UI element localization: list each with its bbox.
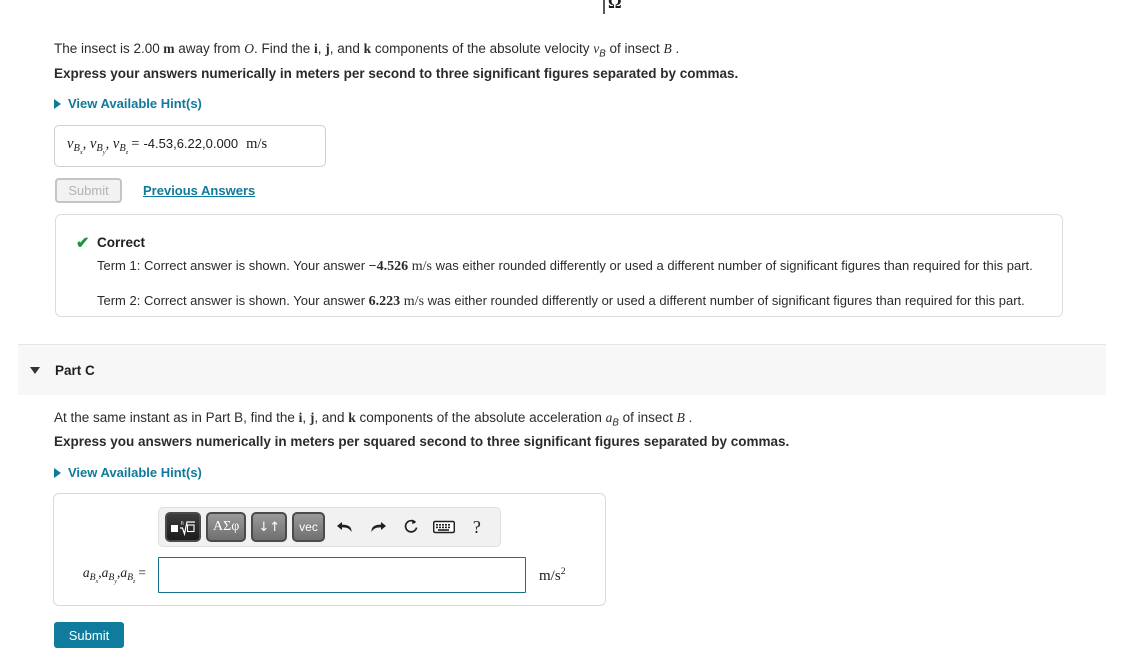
qc-text-end: . [684, 410, 693, 425]
q-text-mid2: components of the absolute velocity [371, 41, 594, 56]
reset-icon[interactable] [396, 512, 426, 542]
ans-equals: = [131, 135, 140, 152]
part-b-hint-label: View Available Hint(s) [68, 96, 202, 111]
q-text-end: . [671, 41, 680, 56]
part-b-question: The insect is 2.00 m away from O. Find t… [54, 41, 680, 60]
q-distance-unit: m [163, 41, 175, 56]
part-c-answer-input[interactable] [158, 557, 526, 593]
part-c-question: At the same instant as in Part B, find t… [54, 410, 693, 429]
check-icon: ✔ [76, 235, 90, 252]
q-text-tail: of insect [605, 41, 664, 56]
feedback-line-1: Term 1: Correct answer is shown. Your an… [97, 258, 1033, 275]
feedback-box: ✔ Correct Term 1: Correct answer is show… [55, 214, 1063, 317]
fb1-value: −4.526 [368, 259, 409, 274]
part-b-answer-unit: m/s [246, 135, 268, 152]
fb2-value: 6.223 [368, 294, 401, 309]
ans-sub-3: Bz [119, 143, 129, 157]
q-insect-b: B [663, 41, 672, 56]
part-b-instruction: Express your answers numerically in mete… [54, 66, 739, 81]
part-c-submit-button[interactable]: Submit [54, 622, 124, 648]
template-root-button[interactable]: n [165, 512, 201, 542]
omega-label: Ω [608, 0, 622, 12]
part-c-instruction: Express you answers numerically in meter… [54, 434, 790, 449]
problem-page: Ω The insect is 2.00 m away from O. Find… [0, 0, 1122, 666]
greek-symbols-button[interactable]: ΑΣφ [206, 512, 247, 542]
rotation-figure: Ω [560, 0, 680, 14]
ansc-var-1: a [82, 564, 90, 580]
ans-sub-2: By [96, 143, 106, 157]
q-point-o: O [244, 41, 254, 56]
part-c-hint-link[interactable]: View Available Hint(s) [54, 465, 202, 480]
previous-answers-link[interactable]: Previous Answers [143, 183, 255, 198]
qc-insect-b: B [676, 410, 685, 425]
fb1-suffix: was either rounded differently or used a… [432, 258, 1033, 273]
fb2-unit: m/s [403, 294, 425, 309]
part-c-answer-container: n ΑΣφ ↓↑ vec ? aBx,aBy,aBz= m/s2 [53, 493, 606, 606]
ansc-equals: = [138, 564, 146, 580]
feedback-status: Correct [97, 235, 146, 250]
redo-icon[interactable] [363, 512, 393, 542]
q-vector-k: k [363, 41, 372, 56]
help-icon[interactable]: ? [462, 512, 492, 542]
redo-glyph [371, 522, 386, 532]
q-text-pre: The insect is [54, 41, 134, 56]
root-template-icon: n [171, 520, 195, 537]
q-distance-value: 2.00 [133, 41, 160, 56]
part-b-submit-button: Submit [55, 178, 122, 203]
fb1-unit: m/s [411, 259, 433, 274]
q-text-mid: away from [174, 41, 245, 56]
feedback-line-2: Term 2: Correct answer is shown. Your an… [97, 293, 1025, 310]
ansc-sub-1: Bx [89, 572, 99, 586]
part-c-answer-unit: m/s2 [539, 565, 566, 584]
part-c-header[interactable]: Part C [18, 344, 1106, 395]
math-toolbar: n ΑΣφ ↓↑ vec ? [158, 507, 501, 547]
ansc-sub-2: By [108, 572, 117, 586]
qc-vector-i: i [298, 410, 303, 425]
part-b-hint-link[interactable]: View Available Hint(s) [54, 96, 202, 111]
fb2-prefix: Term 2: Correct answer is shown. Your an… [97, 293, 369, 308]
chevron-down-icon [30, 366, 40, 374]
qc-vector-j: j [309, 410, 315, 425]
ans-sub-1: Bx [73, 143, 83, 157]
keyboard-icon[interactable] [429, 512, 459, 542]
part-c-hint-label: View Available Hint(s) [68, 465, 202, 480]
part-c-label: Part C [55, 362, 95, 378]
undo-glyph [336, 522, 352, 532]
fb2-suffix: was either rounded differently or used a… [424, 293, 1025, 308]
part-c-answer-row: aBx,aBy,aBz= m/s2 [54, 557, 605, 593]
qc-text-pre: At the same instant as in Part B, find t… [54, 410, 299, 425]
q-vector-j: j [325, 41, 330, 56]
vector-button[interactable]: vec [292, 512, 325, 542]
undo-icon[interactable] [330, 512, 360, 542]
part-c-answer-label: aBx,aBy,aBz= [54, 565, 158, 586]
qc-text-mid: components of the absolute acceleration [355, 410, 606, 425]
triangle-right-icon [54, 98, 61, 109]
q-vector-i: i [314, 41, 318, 56]
part-b-answer-readout: vBx, vBy, vBz= -4.53,6.22,0.000 m/s [67, 135, 268, 157]
part-b-answer-value: -4.53,6.22,0.000 [143, 135, 239, 151]
part-b-answer-box: vBx, vBy, vBz= -4.53,6.22,0.000 m/s [54, 125, 326, 167]
triangle-right-icon [54, 467, 61, 478]
q-text-find: . Find the [253, 41, 315, 56]
qc-vector-k: k [348, 410, 356, 425]
qc-text-tail: of insect [618, 410, 677, 425]
keyboard-glyph [432, 520, 455, 534]
updown-arrows-button[interactable]: ↓↑ [251, 512, 288, 542]
fb1-prefix: Term 1: Correct answer is shown. Your an… [97, 258, 369, 273]
svg-text:n: n [181, 520, 185, 527]
reset-glyph [404, 519, 418, 533]
